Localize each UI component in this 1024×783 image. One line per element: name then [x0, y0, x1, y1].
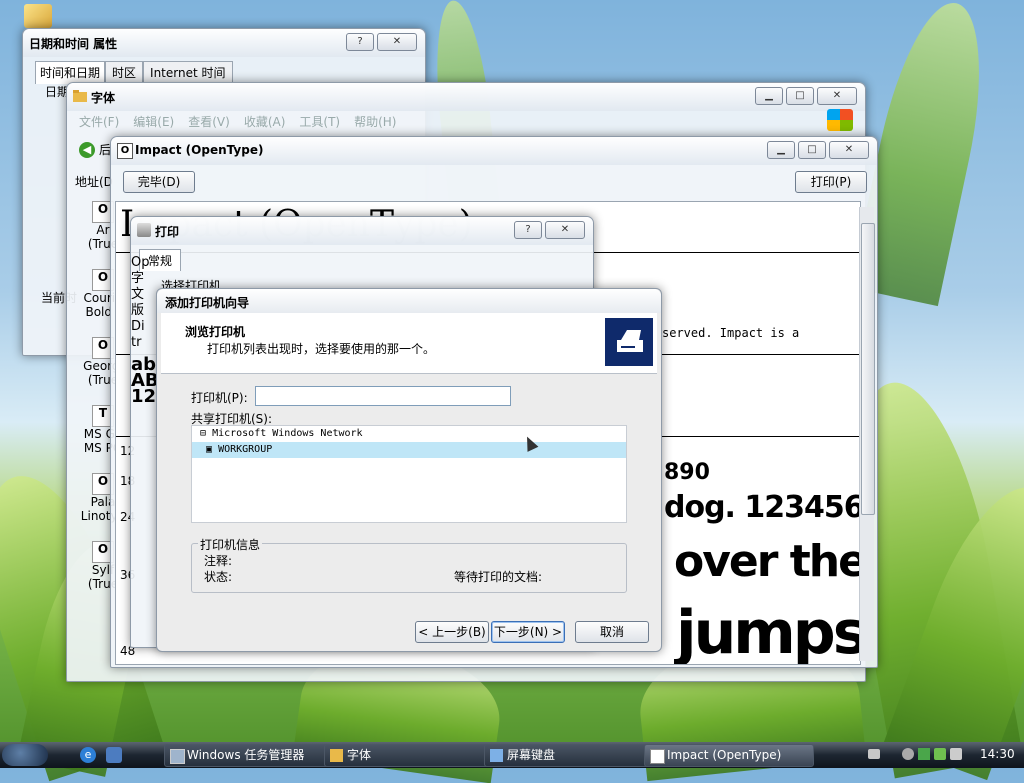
wizard-titlebar[interactable]: 添加打印机向导: [157, 289, 661, 313]
task-fonts[interactable]: 字体: [324, 744, 494, 767]
close-button[interactable]: ✕: [817, 87, 857, 105]
fonts-menubar: 文件(F) 编辑(E) 查看(V) 收藏(A) 工具(T) 帮助(H): [79, 113, 396, 130]
impact-titlebar[interactable]: O Impact (OpenType) ▁ □ ✕: [111, 137, 877, 165]
copyright-text: served. Impact is a: [662, 326, 800, 340]
maximize-button[interactable]: □: [786, 87, 814, 105]
printer-label: 打印机(P):: [191, 391, 248, 405]
tray-app-icon[interactable]: [918, 748, 930, 760]
tray-settings-icon[interactable]: [902, 748, 914, 760]
menu-help[interactable]: 帮助(H): [354, 113, 396, 130]
menu-file[interactable]: 文件(F): [79, 113, 119, 130]
tab-time-date[interactable]: 时间和日期: [35, 61, 106, 84]
left-preview-text: Op 字 文 版 Di tr ab AB 12: [131, 255, 159, 407]
wizard-title: 添加打印机向导: [165, 296, 250, 310]
close-button[interactable]: ✕: [545, 221, 585, 239]
monitor-icon: [170, 749, 185, 764]
scroll-thumb[interactable]: [861, 223, 875, 515]
quicklaunch-icon[interactable]: [106, 747, 122, 763]
menu-view[interactable]: 查看(V): [188, 113, 230, 130]
fonts-title: 字体: [91, 91, 116, 105]
sample-36: over the la: [674, 536, 861, 587]
datetime-titlebar[interactable]: 日期和时间 属性 ? ✕: [23, 29, 425, 57]
print-title: 打印: [155, 225, 180, 239]
print-button[interactable]: 打印(P): [795, 171, 867, 193]
tray-network-icon[interactable]: [934, 748, 946, 760]
task-taskmgr[interactable]: Windows 任务管理器: [164, 744, 334, 767]
datetime-title: 日期和时间 属性: [29, 37, 118, 51]
tab-internet-time[interactable]: Internet 时间: [143, 61, 233, 84]
done-button[interactable]: 完毕(D): [123, 171, 195, 193]
shared-printers-tree[interactable]: ⊟ Microsoft Windows Network ▣ WORKGROUP: [191, 425, 627, 523]
task-impact[interactable]: Impact (OpenType): [644, 744, 814, 767]
docs-waiting-label: 等待打印的文档:: [454, 570, 543, 584]
tree-item-network[interactable]: ⊟ Microsoft Windows Network: [192, 426, 626, 442]
tray-volume-icon[interactable]: [950, 748, 962, 760]
help-button[interactable]: ?: [346, 33, 374, 51]
desktop-folder-icon[interactable]: [24, 4, 52, 28]
sample-18: 890: [664, 460, 710, 485]
printer-input[interactable]: [255, 386, 511, 406]
cancel-button[interactable]: 取消: [575, 621, 649, 643]
ie-quicklaunch-icon[interactable]: e: [80, 747, 96, 763]
vertical-scrollbar[interactable]: [859, 207, 875, 661]
add-printer-wizard: 添加打印机向导 浏览打印机 打印机列表出现时，选择要使用的那一个。 打印机(P)…: [156, 288, 662, 652]
wizard-header-subtitle: 打印机列表出现时，选择要使用的那一个。: [207, 342, 436, 356]
start-button[interactable]: [2, 744, 48, 766]
menu-edit[interactable]: 编辑(E): [133, 113, 174, 130]
close-button[interactable]: ✕: [377, 33, 417, 51]
printer-icon: [137, 223, 151, 237]
menu-tools[interactable]: 工具(T): [299, 113, 340, 130]
workgroup-icon: ▣: [206, 444, 213, 455]
minimize-button[interactable]: ▁: [767, 141, 795, 159]
close-button[interactable]: ✕: [829, 141, 869, 159]
comment-label: 注释:: [204, 554, 233, 568]
back-button[interactable]: ◀ 后: [79, 141, 111, 158]
printer-info-group: 打印机信息 注释: 状态: 等待打印的文档:: [191, 536, 627, 593]
opentype-icon: [650, 749, 665, 764]
keyboard-icon: [490, 749, 503, 762]
datetime-tabs: 时间和日期 时区 Internet 时间: [35, 61, 233, 84]
wizard-printer-icon: [605, 318, 653, 366]
minimize-button[interactable]: ▁: [755, 87, 783, 105]
network-icon: ⊟: [200, 428, 207, 439]
folder-icon: [330, 749, 343, 762]
back-arrow-icon: ◀: [79, 141, 95, 158]
status-label: 状态:: [204, 570, 233, 584]
printer-info-title: 打印机信息: [198, 536, 263, 553]
menu-favorites[interactable]: 收藏(A): [244, 113, 286, 130]
wizard-header-title: 浏览打印机: [185, 325, 246, 339]
windows-flag-icon: [827, 109, 853, 131]
address-label: 地址(D: [75, 175, 113, 189]
opentype-icon: O: [117, 143, 133, 159]
tree-item-workgroup[interactable]: ▣ WORKGROUP: [192, 442, 626, 458]
tab-timezone[interactable]: 时区: [105, 61, 144, 84]
help-button[interactable]: ?: [514, 221, 542, 239]
wizard-header: 浏览打印机 打印机列表出现时，选择要使用的那一个。: [161, 313, 657, 374]
clock[interactable]: 14:30: [980, 747, 1015, 761]
task-osk[interactable]: 屏幕键盘: [484, 744, 654, 767]
fonts-titlebar[interactable]: 字体 ▁ □ ✕: [67, 83, 865, 111]
tray-keyboard-icon[interactable]: [868, 749, 880, 759]
maximize-button[interactable]: □: [798, 141, 826, 159]
taskbar: e Windows 任务管理器 字体 屏幕键盘 Impact (OpenType…: [0, 742, 1024, 768]
next-button[interactable]: 下一步(N) >: [491, 621, 565, 643]
sample-48: jumps o: [676, 598, 861, 665]
back-button[interactable]: < 上一步(B): [415, 621, 489, 643]
sample-24: dog. 123456789: [664, 490, 861, 525]
impact-title: Impact (OpenType): [135, 143, 264, 157]
system-tray: 14:30: [854, 742, 1024, 768]
folder-icon: [73, 90, 87, 102]
print-titlebar[interactable]: 打印 ? ✕: [131, 217, 593, 245]
